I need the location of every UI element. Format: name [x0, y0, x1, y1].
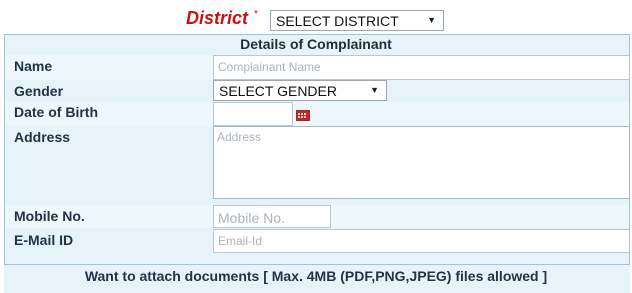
- dob-input[interactable]: [213, 102, 293, 126]
- gender-select-value: SELECT GENDER: [219, 83, 337, 99]
- dob-label: Date of Birth: [14, 104, 98, 120]
- email-placeholder: Email-Id: [218, 234, 263, 248]
- name-label: Name: [14, 58, 53, 74]
- top-bar: District * SELECT DISTRICT ▼: [0, 0, 632, 34]
- chevron-down-icon: ▼: [427, 15, 436, 25]
- gender-label: Gender: [14, 83, 64, 99]
- section-title: Details of Complainant: [240, 36, 392, 52]
- district-label: District: [186, 8, 249, 28]
- email-label: E-Mail ID: [14, 232, 74, 248]
- district-select[interactable]: SELECT DISTRICT ▼: [270, 10, 444, 31]
- email-input[interactable]: Email-Id: [213, 229, 630, 253]
- address-textarea[interactable]: Address: [213, 126, 630, 199]
- name-placeholder: Complainant Name: [218, 60, 321, 74]
- calendar-icon[interactable]: [296, 109, 310, 121]
- chevron-down-icon: ▼: [370, 85, 379, 95]
- mobile-input[interactable]: Mobile No.: [213, 205, 331, 228]
- district-select-value: SELECT DISTRICT: [276, 13, 399, 29]
- address-placeholder: Address: [217, 130, 262, 144]
- required-mark: *: [254, 9, 258, 20]
- gender-select[interactable]: SELECT GENDER ▼: [213, 80, 387, 101]
- name-input[interactable]: Complainant Name: [213, 55, 630, 80]
- address-label: Address: [14, 129, 71, 145]
- dob-row: [5, 102, 629, 126]
- mobile-label: Mobile No.: [14, 208, 85, 224]
- mobile-placeholder: Mobile No.: [218, 210, 285, 226]
- attach-note: Want to attach documents [ Max. 4MB (PDF…: [84, 268, 548, 284]
